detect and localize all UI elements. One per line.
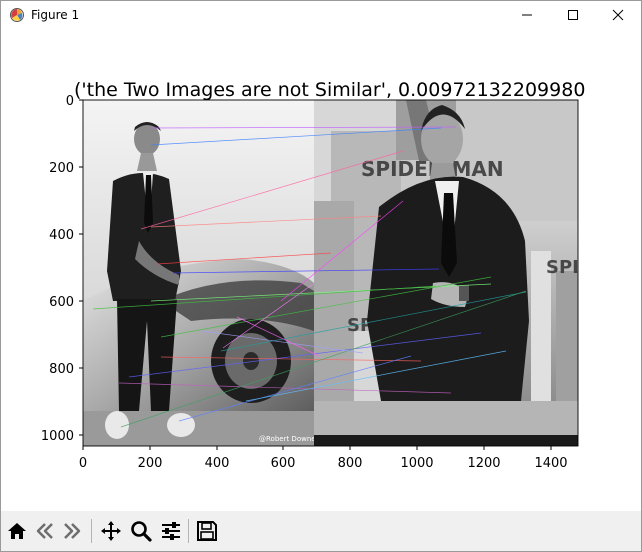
x-tick-label: 1200 [467,456,500,471]
maximize-button[interactable] [550,1,596,29]
forward-button[interactable] [60,519,84,543]
x-tick-label: 200 [138,456,163,471]
forward-icon [64,523,81,539]
y-axis: 0 200 400 600 800 1000 [41,94,83,444]
home-button[interactable] [5,519,29,543]
x-tick-label: 600 [271,456,296,471]
x-tick-label: 1400 [534,456,567,471]
window-title: Figure 1 [31,8,80,22]
navigation-toolbar [1,511,641,551]
poster-text-3: SPIDER-MAN [546,257,641,278]
y-tick-label: 200 [49,161,74,176]
back-icon [36,523,53,539]
zoom-button[interactable] [129,519,153,543]
close-icon [612,9,624,21]
figure-canvas[interactable]: ('the Two Images are not Similar', 0.009… [1,29,641,511]
back-button[interactable] [33,519,57,543]
minimize-icon [522,14,532,16]
figure-window: Figure 1 ('the Two Images are not Simila… [0,0,642,552]
minimize-button[interactable] [504,1,550,29]
save-button[interactable] [195,519,219,543]
matplotlib-app-icon [10,8,24,22]
maximize-icon [568,10,578,20]
toolbar-separator [91,519,92,543]
zoom-icon [131,521,152,542]
y-tick-label: 1000 [41,429,74,444]
x-tick-label: 0 [79,456,87,471]
toolbar-separator [188,519,189,543]
y-tick-label: 400 [49,228,74,243]
pan-icon [101,521,121,541]
y-tick-label: 800 [49,362,74,377]
figure-title: ('the Two Images are not Similar', 0.009… [74,79,585,101]
save-icon [197,521,217,541]
close-button[interactable] [595,1,641,29]
x-tick-label: 800 [338,456,363,471]
pan-button[interactable] [99,519,123,543]
home-icon [8,523,26,539]
configure-icon [162,522,180,540]
x-tick-label: 1000 [400,456,433,471]
matched-images: @Robert Downey Jr SPIDER-MAN SPIDER-MAN … [83,100,641,446]
title-bar: Figure 1 [1,1,641,29]
y-tick-label: 0 [66,94,74,109]
x-axis: 0 200 400 600 800 1000 1200 1400 [79,446,568,471]
y-tick-label: 600 [49,295,74,310]
x-tick-label: 400 [205,456,230,471]
figure-svg: ('the Two Images are not Similar', 0.009… [41,79,641,471]
configure-subplots-button[interactable] [159,519,183,543]
